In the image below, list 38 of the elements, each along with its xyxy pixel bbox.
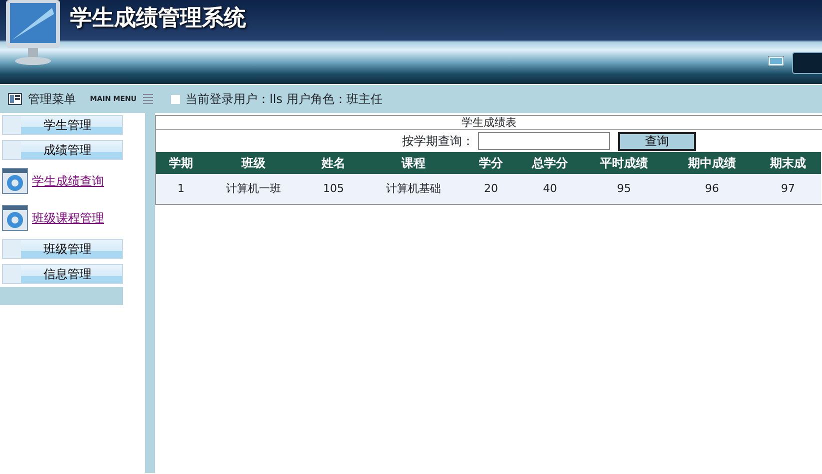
table-cell: 计算机基础 bbox=[366, 174, 461, 204]
search-button[interactable]: 查询 bbox=[618, 132, 696, 150]
table-cell: 20 bbox=[461, 174, 521, 204]
table-cell: 95 bbox=[579, 174, 669, 204]
list-icon bbox=[142, 94, 153, 104]
menu-link[interactable]: 学生成绩查询 bbox=[32, 172, 104, 190]
column-header: 学期 bbox=[156, 152, 206, 174]
column-header: 总学分 bbox=[521, 152, 579, 174]
column-header: 班级 bbox=[206, 152, 301, 174]
column-header: 课程 bbox=[366, 152, 461, 174]
table-cell: 1 bbox=[156, 174, 206, 204]
app-title: 学生成绩管理系统 bbox=[70, 4, 246, 33]
column-header: 期中成绩 bbox=[669, 152, 755, 174]
bullet-icon bbox=[170, 94, 180, 104]
table-cell: 96 bbox=[669, 174, 755, 204]
menu-section[interactable]: 班级管理 bbox=[2, 239, 123, 259]
menu-link[interactable]: 班级课程管理 bbox=[32, 209, 104, 227]
gear-icon bbox=[2, 168, 28, 194]
menu-section[interactable]: 信息管理 bbox=[2, 264, 123, 284]
column-header: 姓名 bbox=[301, 152, 366, 174]
table-title: 学生成绩表 bbox=[156, 116, 822, 130]
column-header: 学分 bbox=[461, 152, 521, 174]
column-header: 期末成 bbox=[755, 152, 821, 174]
menu-title: 管理菜单 bbox=[28, 91, 76, 108]
menu-section[interactable]: 成绩管理 bbox=[2, 140, 123, 160]
table-cell: 计算机一班 bbox=[206, 174, 301, 204]
search-label: 按学期查询： bbox=[402, 133, 474, 150]
menu-icon bbox=[8, 93, 22, 105]
gear-icon bbox=[2, 205, 28, 231]
header-tab[interactable] bbox=[792, 52, 822, 74]
table-cell: 40 bbox=[521, 174, 579, 204]
table-cell: 97 bbox=[755, 174, 821, 204]
column-header: 平时成绩 bbox=[579, 152, 669, 174]
monitor-icon[interactable] bbox=[768, 56, 784, 69]
table-cell: 105 bbox=[301, 174, 366, 204]
search-field[interactable] bbox=[478, 132, 610, 150]
user-info: 当前登录用户：lls 用户角色：班主任 bbox=[186, 91, 382, 108]
menu-section[interactable]: 学生管理 bbox=[2, 115, 123, 135]
